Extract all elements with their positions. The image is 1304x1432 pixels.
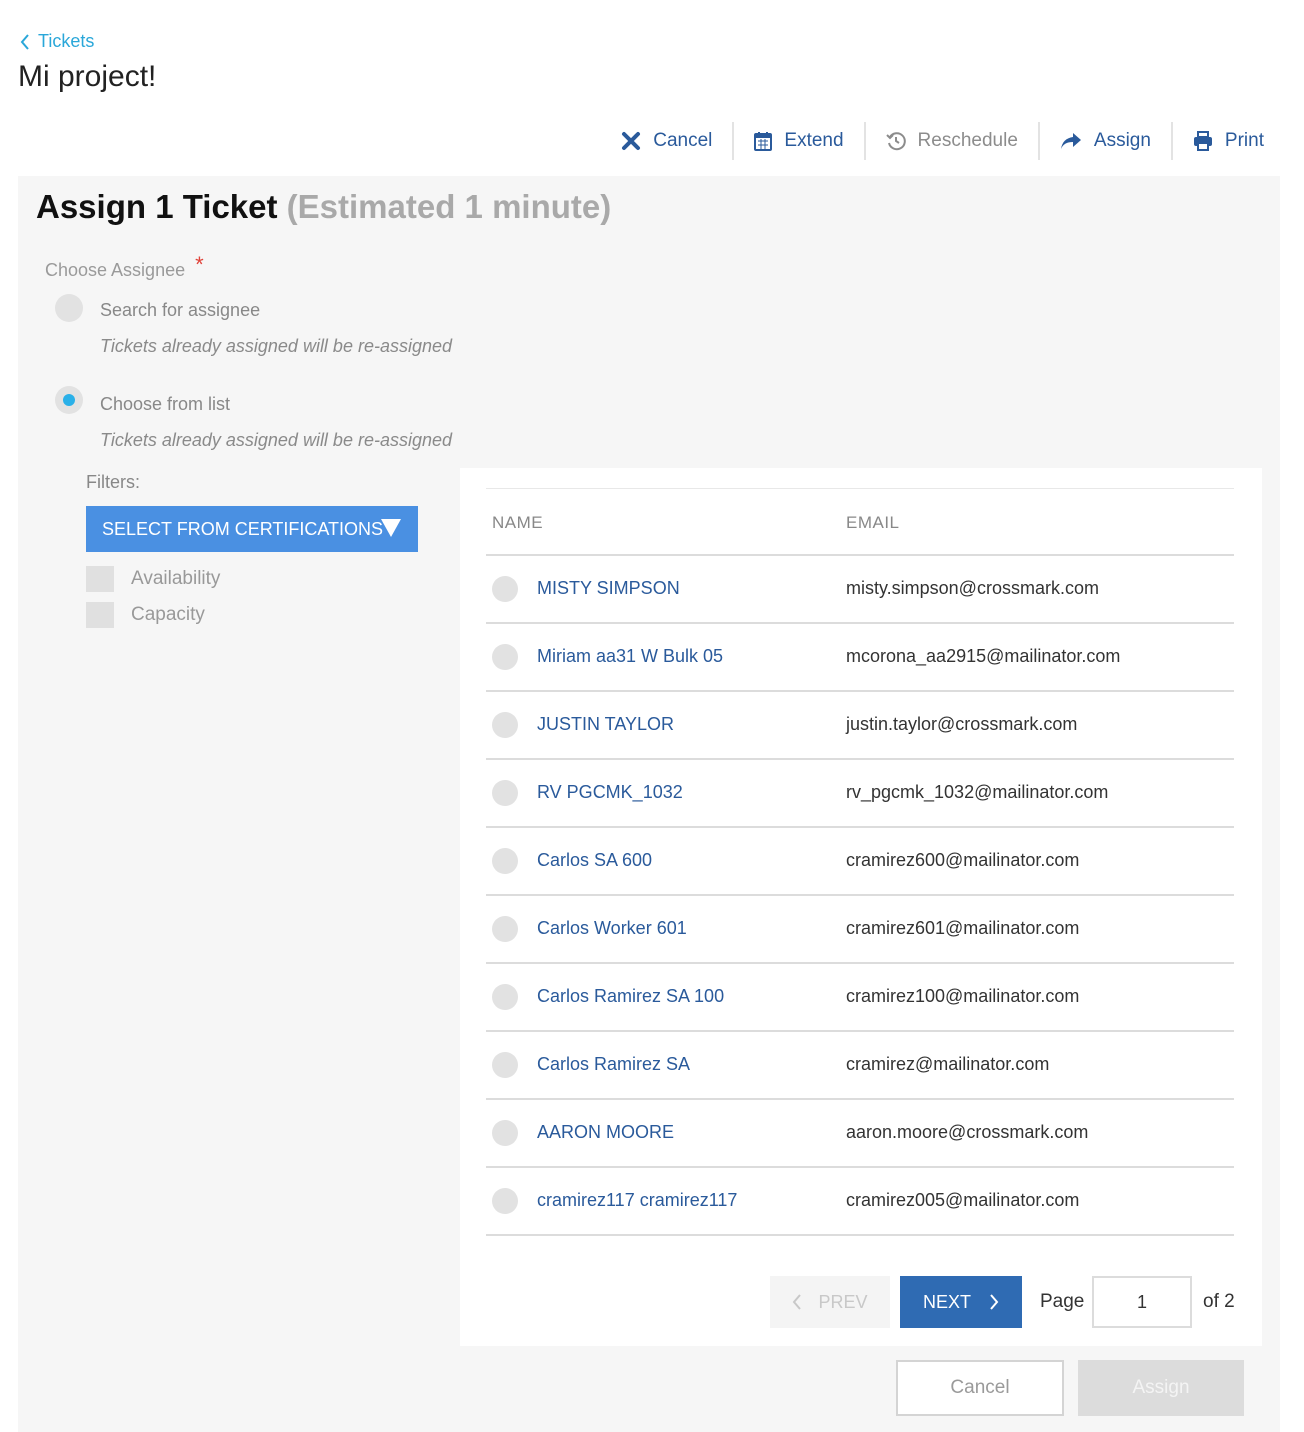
footer-cancel-button[interactable]: Cancel (896, 1360, 1064, 1416)
assignee-email: cramirez600@mailinator.com (846, 850, 1080, 870)
caret-down-icon (381, 519, 401, 537)
page-total-label: of 2 (1203, 1291, 1235, 1312)
filters-label: Filters: (86, 472, 140, 492)
print-icon (1193, 131, 1212, 151)
assignee-email: cramirez005@mailinator.com (846, 1190, 1080, 1210)
assignee-email: misty.simpson@crossmark.com (846, 578, 1099, 598)
panel-title: Assign 1 Ticket (Estimated 1 minute) (36, 188, 611, 226)
column-header-email: EMAIL (846, 513, 900, 532)
pagination: PREV NEXT Page of 2 (460, 1276, 1262, 1328)
capacity-checkbox[interactable] (86, 602, 114, 628)
toolbar-cancel-label: Cancel (653, 130, 713, 151)
search-assignee-hint: Tickets already assigned will be re-assi… (100, 336, 453, 356)
toolbar-cancel-button[interactable]: Cancel (601, 122, 732, 160)
share-arrow-icon (1060, 133, 1081, 149)
row-select-radio[interactable] (492, 916, 518, 942)
history-icon (885, 132, 906, 151)
choose-assignee-text: Choose Assignee (45, 260, 186, 280)
next-page-label: NEXT (922, 1291, 971, 1312)
toolbar-assign-button[interactable]: Assign (1037, 122, 1171, 160)
select-certifications-button[interactable]: SELECT FROM CERTIFICATIONS (86, 506, 418, 552)
choose-assignee-label: Choose Assignee * (45, 252, 204, 282)
choose-from-list-hint: Tickets already assigned will be re-assi… (100, 430, 453, 450)
chevron-left-icon (20, 33, 29, 50)
choose-from-list-label: Choose from list (100, 394, 231, 414)
row-select-radio[interactable] (492, 780, 518, 806)
toolbar-extend-label: Extend (784, 130, 844, 151)
assignee-name-link[interactable]: RV PGCMK_1032 (537, 782, 683, 803)
search-assignee-radio[interactable] (55, 294, 83, 322)
table-row: Carlos Worker 601 cramirez601@mailinator… (486, 896, 1234, 964)
table-row: cramirez117 cramirez117 cramirez005@mail… (486, 1168, 1234, 1236)
required-asterisk: * (195, 252, 204, 277)
assignee-email: justin.taylor@crossmark.com (846, 714, 1078, 734)
assignee-name-link[interactable]: AARON MOORE (537, 1122, 674, 1143)
search-assignee-label: Search for assignee (100, 300, 261, 320)
toolbar-reschedule-button[interactable]: Reschedule (863, 122, 1038, 160)
table-row: JUSTIN TAYLOR justin.taylor@crossmark.co… (486, 692, 1234, 760)
page-label: Page (1040, 1291, 1085, 1312)
breadcrumb-tickets[interactable]: Tickets (20, 31, 94, 52)
table-row: Carlos Ramirez SA cramirez@mailinator.co… (486, 1032, 1234, 1100)
row-select-radio[interactable] (492, 984, 518, 1010)
divider (486, 488, 1234, 489)
row-select-radio[interactable] (492, 848, 518, 874)
assignee-name-link[interactable]: Miriam aa31 W Bulk 05 (537, 646, 723, 667)
table-row: AARON MOORE aaron.moore@crossmark.com (486, 1100, 1234, 1168)
toolbar-reschedule-label: Reschedule (917, 130, 1018, 151)
table-row: Miriam aa31 W Bulk 05 mcorona_aa2915@mai… (486, 624, 1234, 692)
choose-from-list-radio[interactable] (55, 386, 83, 414)
row-select-radio[interactable] (492, 644, 518, 670)
breadcrumb-label: Tickets (38, 31, 95, 51)
page-title: Mi project! (18, 60, 157, 93)
select-certifications-label: SELECT FROM CERTIFICATIONS (102, 518, 384, 539)
assignee-name-link[interactable]: Carlos Worker 601 (537, 918, 687, 939)
footer-assign-button[interactable]: Assign (1078, 1360, 1244, 1416)
page-number-input[interactable] (1092, 1276, 1192, 1328)
row-select-radio[interactable] (492, 1120, 518, 1146)
assign-panel: Assign 1 Ticket (Estimated 1 minute) Cho… (18, 176, 1280, 1432)
table-row: Carlos Ramirez SA 100 cramirez100@mailin… (486, 964, 1234, 1032)
footer-assign-label: Assign (1132, 1377, 1190, 1398)
toolbar-print-button[interactable]: Print (1170, 122, 1264, 160)
assignee-email: cramirez100@mailinator.com (846, 986, 1080, 1006)
assignee-email: aaron.moore@crossmark.com (846, 1122, 1089, 1142)
chevron-right-icon (990, 1294, 999, 1310)
assignee-email: rv_pgcmk_1032@mailinator.com (846, 782, 1109, 802)
footer-cancel-label: Cancel (950, 1377, 1010, 1398)
panel-title-estimate: (Estimated 1 minute) (286, 188, 612, 225)
prev-page-label: PREV (818, 1291, 868, 1312)
assignee-table-card: NAME EMAIL MISTY SIMPSON misty.simpson@c… (460, 468, 1262, 1346)
calendar-icon (754, 132, 773, 151)
assignee-name-link[interactable]: MISTY SIMPSON (537, 578, 680, 599)
assignee-email: cramirez601@mailinator.com (846, 918, 1080, 938)
toolbar-assign-label: Assign (1093, 130, 1151, 151)
column-header-name: NAME (492, 513, 544, 532)
action-toolbar: Cancel Extend Reschedule Assign Print (601, 120, 1264, 162)
row-select-radio[interactable] (492, 712, 518, 738)
assignee-name-link[interactable]: cramirez117 cramirez117 (537, 1190, 737, 1211)
table-row: Carlos SA 600 cramirez600@mailinator.com (486, 828, 1234, 896)
capacity-label: Capacity (131, 604, 205, 625)
assignee-email: mcorona_aa2915@mailinator.com (846, 646, 1121, 666)
assignee-name-link[interactable]: Carlos Ramirez SA (537, 1054, 690, 1075)
availability-checkbox[interactable] (86, 566, 114, 592)
assignee-name-link[interactable]: Carlos SA 600 (537, 850, 652, 871)
prev-page-button[interactable]: PREV (770, 1276, 890, 1328)
toolbar-print-label: Print (1224, 130, 1264, 151)
next-page-button[interactable]: NEXT (900, 1276, 1022, 1328)
assignee-name-link[interactable]: JUSTIN TAYLOR (537, 714, 674, 735)
table-row: MISTY SIMPSON misty.simpson@crossmark.co… (486, 556, 1234, 624)
close-icon (622, 132, 641, 150)
assignee-email: cramirez@mailinator.com (846, 1054, 1050, 1074)
panel-title-text: Assign 1 Ticket (36, 188, 278, 225)
availability-label: Availability (131, 568, 221, 589)
table-row: RV PGCMK_1032 rv_pgcmk_1032@mailinator.c… (486, 760, 1234, 828)
toolbar-extend-button[interactable]: Extend (732, 122, 863, 160)
assignee-name-link[interactable]: Carlos Ramirez SA 100 (537, 986, 724, 1007)
row-select-radio[interactable] (492, 1188, 518, 1214)
row-select-radio[interactable] (492, 1052, 518, 1078)
chevron-left-icon (793, 1294, 802, 1310)
row-select-radio[interactable] (492, 576, 518, 602)
